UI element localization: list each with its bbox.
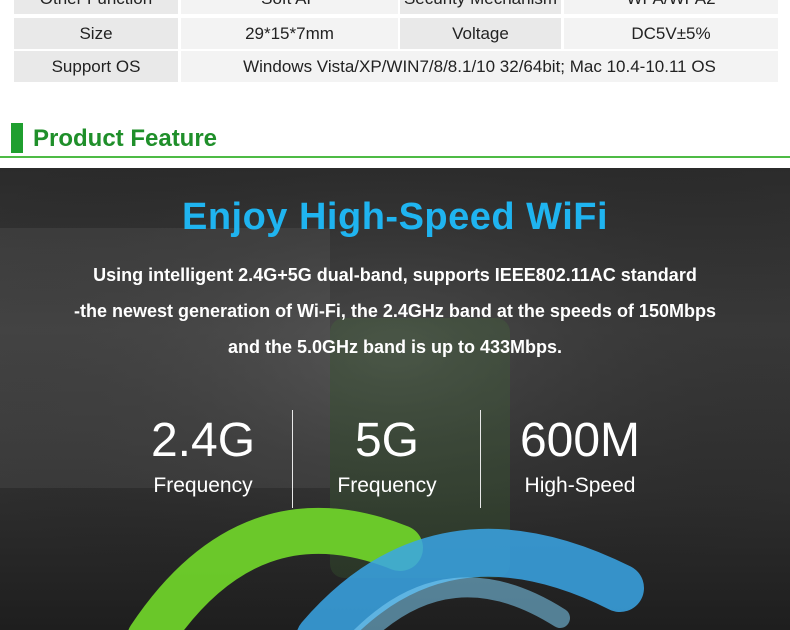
- spec-label: Other Function: [14, 0, 178, 14]
- section-marker: [11, 123, 23, 153]
- section-divider: [0, 156, 790, 158]
- spec-row-size: Size 29*15*7mm Voltage DC5V±5%: [14, 18, 778, 49]
- spec-label: Support OS: [14, 51, 178, 82]
- spec-label: Voltage: [400, 18, 561, 49]
- spec-row-other-function: Other Function Soft AP Security Mechanis…: [14, 0, 778, 14]
- spec-value: DC5V±5%: [564, 18, 778, 49]
- wifi-icon: [128, 507, 644, 630]
- spec-label: Security Mechanism: [400, 0, 561, 14]
- spec-value: Windows Vista/XP/WIN7/8/8.1/10 32/64bit;…: [181, 51, 778, 82]
- spec-value: 29*15*7mm: [181, 18, 398, 49]
- section-title: Product Feature: [33, 125, 218, 152]
- hero-banner: Enjoy High-Speed WiFi Using intelligent …: [0, 168, 790, 630]
- spec-label: Size: [14, 18, 178, 49]
- spec-value: Soft AP: [181, 0, 398, 14]
- spec-value: WPA/WPA2: [564, 0, 778, 14]
- spec-row-support-os: Support OS Windows Vista/XP/WIN7/8/8.1/1…: [14, 51, 778, 82]
